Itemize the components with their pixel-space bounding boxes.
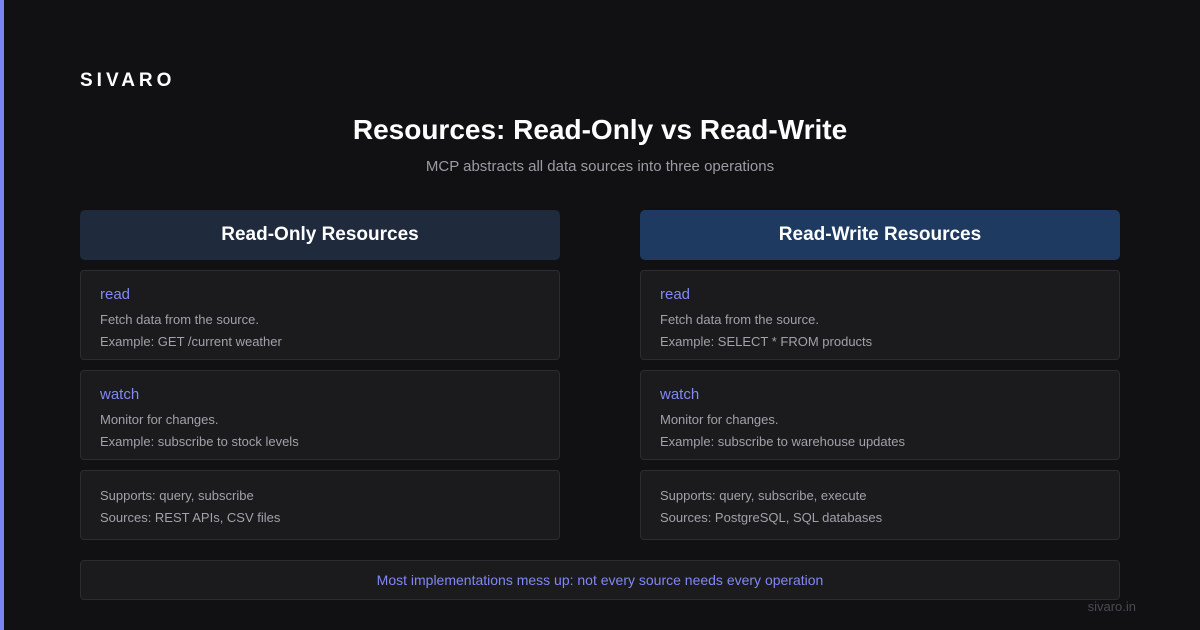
operation-example: Example: subscribe to warehouse updates [660,434,905,449]
page-subtitle: MCP abstracts all data sources into thre… [425,158,775,175]
read-write-read-card: read Fetch data from the source. Example… [640,270,1120,360]
operation-name: watch [660,386,700,403]
read-only-read-card: read Fetch data from the source. Example… [80,270,560,360]
supports-text: Supports: query, subscribe [100,488,254,503]
operation-example: Example: SELECT * FROM products [660,334,873,349]
read-write-column: Read-Write Resources read Fetch data fro… [640,210,1120,540]
sources-text: Sources: PostgreSQL, SQL databases [660,510,883,525]
read-only-header: Read-Only Resources [80,210,560,260]
brand-logo: SIVARO [80,70,176,91]
read-only-info-card: Supports: query, subscribe Sources: REST… [80,470,560,540]
operation-description: Monitor for changes. [660,412,779,427]
read-write-header: Read-Write Resources [640,210,1120,260]
accent-bar [0,0,4,630]
footer-callout: Most implementations mess up: not every … [80,560,1120,600]
operation-name: read [660,286,691,303]
page-title: Resources: Read-Only vs Read-Write [352,114,848,145]
operation-example: Example: subscribe to stock levels [100,434,299,449]
operation-description: Fetch data from the source. [660,312,819,327]
read-write-watch-card: watch Monitor for changes. Example: subs… [640,370,1120,460]
read-only-watch-card: watch Monitor for changes. Example: subs… [80,370,560,460]
read-only-column: Read-Only Resources read Fetch data from… [80,210,560,540]
slide: SIVARO Resources: Read-Only vs Read-Writ… [0,0,1200,630]
read-write-info-card: Supports: query, subscribe, execute Sour… [640,470,1120,540]
operation-description: Monitor for changes. [100,412,219,427]
supports-text: Supports: query, subscribe, execute [660,488,867,503]
sources-text: Sources: REST APIs, CSV files [100,510,281,525]
operation-name: watch [100,386,140,403]
site-url: sivaro.in [1087,599,1136,614]
operation-description: Fetch data from the source. [100,312,259,327]
operation-example: Example: GET /current weather [100,334,282,349]
operation-name: read [100,286,131,303]
